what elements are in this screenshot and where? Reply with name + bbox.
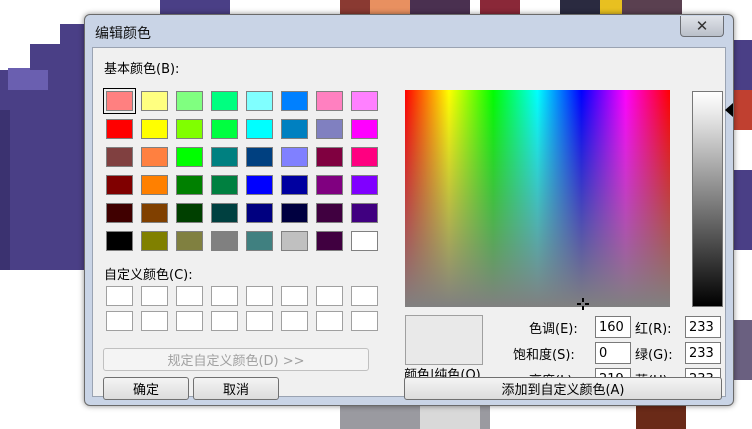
basic-color-swatch[interactable] [211,119,238,139]
basic-color-swatch[interactable] [141,175,168,195]
luminance-slider[interactable] [692,91,723,307]
basic-color-swatch[interactable] [141,147,168,167]
basic-color-swatch[interactable] [246,91,273,111]
basic-color-swatch[interactable] [106,119,133,139]
basic-color-swatch[interactable] [176,119,203,139]
basic-color-swatch[interactable] [281,175,308,195]
basic-color-swatch[interactable] [211,91,238,111]
custom-color-swatch[interactable] [351,286,378,306]
custom-color-swatch[interactable] [141,286,168,306]
color-spectrum[interactable] [405,90,670,307]
color-preview [405,315,483,365]
basic-color-swatch[interactable] [211,175,238,195]
custom-color-swatch[interactable] [176,286,203,306]
ok-button[interactable]: 确定 [103,377,189,400]
basic-color-swatch[interactable] [351,175,378,195]
custom-color-swatch[interactable] [281,311,308,331]
basic-color-swatch[interactable] [106,203,133,223]
hue-label: 色调(E): [529,322,578,337]
basic-color-swatch[interactable] [106,175,133,195]
basic-color-swatch[interactable] [316,203,343,223]
custom-color-swatch[interactable] [211,286,238,306]
basic-color-swatch[interactable] [281,119,308,139]
edit-color-dialog: 编辑颜色 ✕ 基本颜色(B): 自定义颜色(C): 规定自定义颜色(D) >> … [84,14,734,406]
basic-color-swatch[interactable] [211,231,238,251]
custom-color-swatch[interactable] [106,286,133,306]
basic-color-swatch[interactable] [351,231,378,251]
basic-color-swatch[interactable] [351,203,378,223]
custom-colors-grid [106,286,378,331]
custom-color-swatch[interactable] [176,311,203,331]
basic-color-swatch[interactable] [246,147,273,167]
hue-input[interactable] [595,316,631,338]
basic-color-swatch[interactable] [281,147,308,167]
basic-color-swatch[interactable] [176,231,203,251]
basic-color-swatch[interactable] [106,147,133,167]
saturation-input[interactable] [595,342,631,364]
custom-color-swatch[interactable] [351,311,378,331]
basic-color-swatch[interactable] [316,175,343,195]
basic-color-swatch[interactable] [351,91,378,111]
basic-colors-grid [103,88,378,251]
basic-color-swatch[interactable] [141,91,168,111]
red-label: 红(R): [635,322,672,337]
basic-color-swatch[interactable] [176,203,203,223]
basic-color-swatch[interactable] [246,231,273,251]
custom-color-swatch[interactable] [316,311,343,331]
luminance-arrow-icon[interactable] [725,103,733,117]
basic-color-swatch[interactable] [141,203,168,223]
basic-color-swatch[interactable] [176,91,203,111]
basic-colors-label: 基本颜色(B): [104,62,180,77]
basic-color-swatch[interactable] [103,88,136,114]
basic-color-swatch[interactable] [141,119,168,139]
basic-color-swatch[interactable] [281,203,308,223]
custom-color-swatch[interactable] [106,311,133,331]
custom-color-swatch[interactable] [246,311,273,331]
green-label: 绿(G): [635,348,673,363]
basic-color-swatch[interactable] [281,91,308,111]
custom-color-swatch[interactable] [281,286,308,306]
close-icon: ✕ [695,17,709,35]
custom-color-swatch[interactable] [246,286,273,306]
basic-color-swatch[interactable] [176,175,203,195]
custom-color-swatch[interactable] [211,311,238,331]
basic-color-swatch[interactable] [246,175,273,195]
basic-color-swatch[interactable] [316,231,343,251]
custom-colors-label: 自定义颜色(C): [104,268,193,283]
basic-color-swatch[interactable] [211,203,238,223]
basic-color-swatch[interactable] [176,147,203,167]
dialog-client: 基本颜色(B): 自定义颜色(C): 规定自定义颜色(D) >> 确定 取消 颜… [92,47,733,400]
basic-color-swatch[interactable] [106,231,133,251]
custom-color-swatch[interactable] [316,286,343,306]
cancel-button[interactable]: 取消 [193,377,279,400]
basic-color-swatch[interactable] [281,231,308,251]
basic-color-swatch[interactable] [316,119,343,139]
crosshair-icon [577,298,589,310]
basic-color-swatch[interactable] [351,147,378,167]
basic-color-swatch[interactable] [351,119,378,139]
dialog-title: 编辑颜色 [95,26,151,42]
basic-color-swatch[interactable] [246,119,273,139]
basic-color-swatch[interactable] [246,203,273,223]
basic-color-swatch[interactable] [141,231,168,251]
basic-color-swatch[interactable] [211,147,238,167]
define-custom-colors-button[interactable]: 规定自定义颜色(D) >> [103,348,369,371]
close-button[interactable]: ✕ [680,16,724,37]
red-input[interactable] [685,316,721,338]
basic-color-swatch[interactable] [316,147,343,167]
basic-color-swatch[interactable] [316,91,343,111]
saturation-label: 饱和度(S): [513,348,575,363]
custom-color-swatch[interactable] [141,311,168,331]
add-to-custom-colors-button[interactable]: 添加到自定义颜色(A) [404,377,722,400]
green-input[interactable] [685,342,721,364]
